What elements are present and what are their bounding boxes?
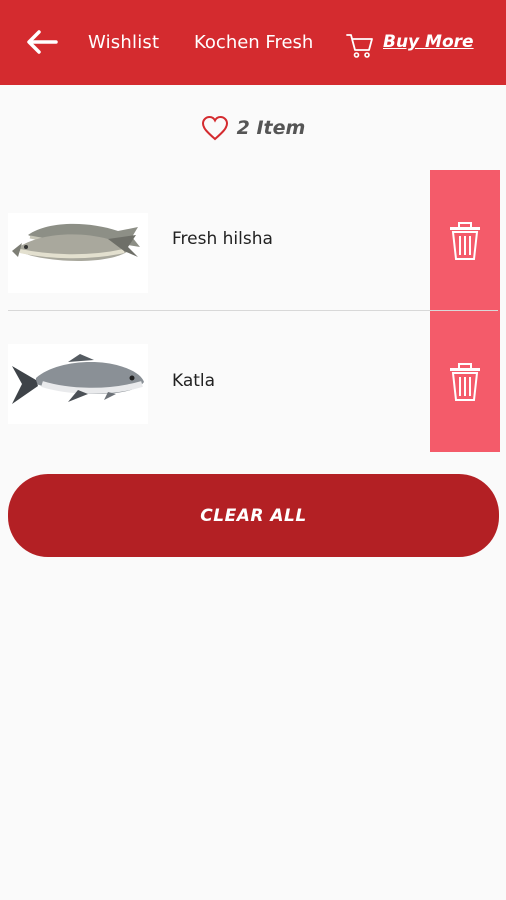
hilsha-fish-image bbox=[12, 223, 140, 261]
back-button[interactable] bbox=[24, 27, 60, 57]
wishlist-items: Fresh hilsha Katla bbox=[0, 170, 506, 452]
clear-all-button[interactable]: CLEAR ALL bbox=[8, 474, 499, 557]
product-name: Katla bbox=[172, 371, 216, 391]
product-name: Fresh hilsha bbox=[172, 229, 273, 249]
product-image-hilsha bbox=[8, 213, 148, 293]
wishlist-title: Wishlist bbox=[88, 32, 160, 53]
heart-icon bbox=[201, 115, 228, 141]
delete-button[interactable] bbox=[430, 170, 500, 311]
delete-button[interactable] bbox=[430, 311, 500, 452]
trash-icon bbox=[450, 362, 480, 401]
product-image-katla bbox=[8, 344, 148, 424]
wishlist-count-row: 2 Item bbox=[0, 110, 506, 146]
arrow-left-icon bbox=[27, 30, 58, 54]
buy-more-link[interactable]: Buy More bbox=[383, 32, 474, 52]
trash-icon bbox=[450, 221, 480, 260]
top-app-bar: Wishlist Kochen Fresh Buy More bbox=[0, 0, 506, 85]
wishlist-screen: Wishlist Kochen Fresh Buy More 2 Item Fr… bbox=[0, 0, 506, 900]
item-count: 2 Item bbox=[236, 117, 306, 139]
list-item[interactable]: Fresh hilsha bbox=[0, 170, 506, 311]
list-item[interactable]: Katla bbox=[0, 311, 506, 452]
cart-icon[interactable] bbox=[345, 30, 375, 60]
katla-fish-image bbox=[12, 354, 144, 404]
brand-name: Kochen Fresh bbox=[194, 32, 314, 53]
